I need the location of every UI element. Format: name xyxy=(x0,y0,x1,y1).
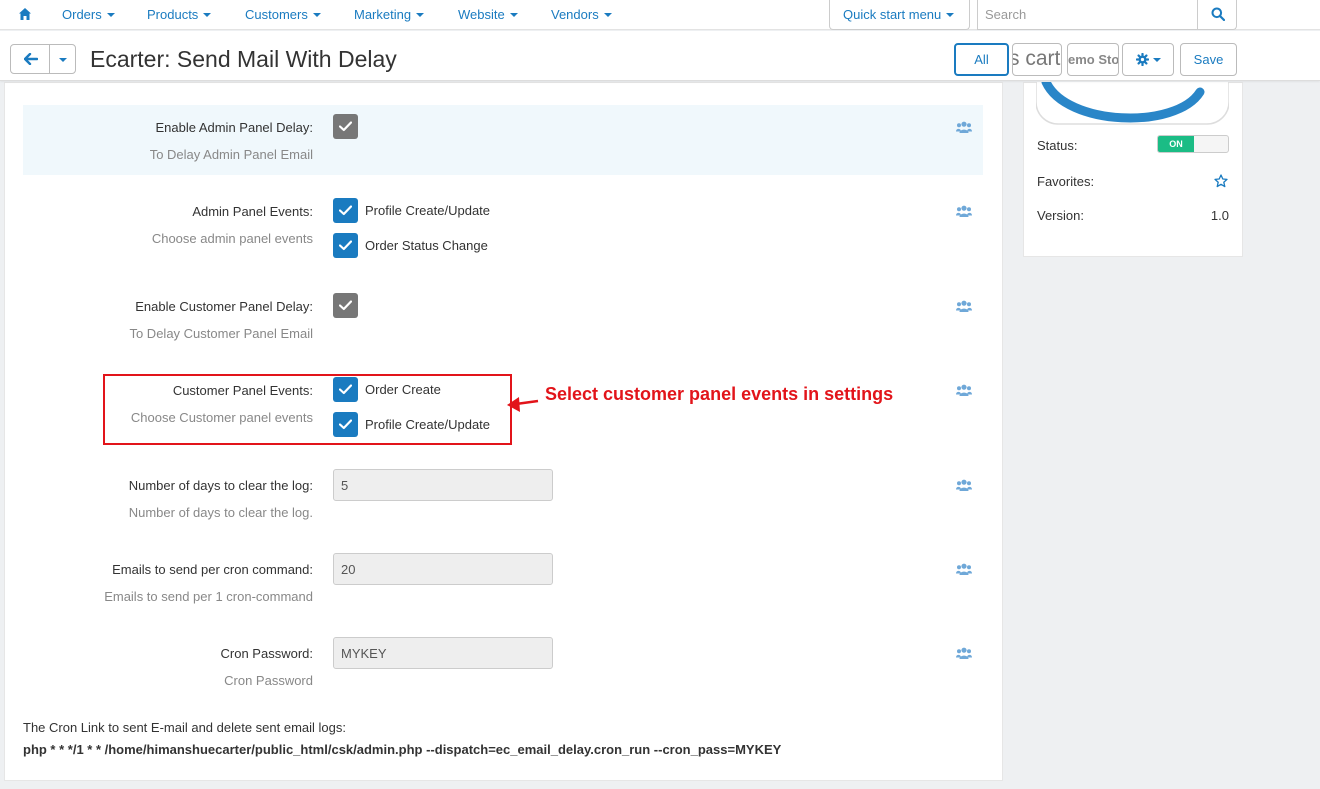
status-toggle[interactable]: ON xyxy=(1157,135,1229,153)
chevron-down-icon xyxy=(416,12,425,17)
search-placeholder: Search xyxy=(985,7,1027,22)
emails-per-cron-hint: Emails to send per 1 cron-command xyxy=(104,589,313,604)
clear-days-hint: Number of days to clear the log. xyxy=(128,505,313,520)
cron-password-hint: Cron Password xyxy=(224,673,313,688)
emails-per-cron-input[interactable]: 20 xyxy=(333,553,553,585)
users-icon[interactable] xyxy=(956,121,972,133)
version-label: Version: xyxy=(1037,208,1084,223)
admin-event-profile-label: Profile Create/Update xyxy=(365,203,491,218)
store-cart-button[interactable]: s cart xyxy=(1012,43,1062,76)
nav-marketing-label: Marketing xyxy=(354,7,412,22)
check-icon xyxy=(339,205,352,216)
status-label: Status: xyxy=(1037,138,1078,153)
store-cart-logo: s cart xyxy=(1012,47,1061,70)
chevron-down-icon xyxy=(1153,58,1161,62)
admin-delay-hint: To Delay Admin Panel Email xyxy=(149,147,313,162)
customer-delay-hint: To Delay Customer Panel Email xyxy=(129,326,313,341)
page-title: Ecarter: Send Mail With Delay xyxy=(90,46,397,72)
emails-per-cron-value: 20 xyxy=(341,562,356,577)
clear-days-value: 5 xyxy=(341,478,349,493)
page-header: Ecarter: Send Mail With Delay All s cart… xyxy=(0,31,1320,81)
customer-delay-checkbox[interactable] xyxy=(333,293,358,318)
version-value: 1.0 xyxy=(1210,208,1229,223)
users-icon[interactable] xyxy=(956,479,972,491)
top-navigation: Orders Products Customers Marketing Webs… xyxy=(0,0,1320,30)
nav-orders-label: Orders xyxy=(62,7,102,22)
cron-password-input[interactable]: MYKEY xyxy=(333,637,553,669)
gear-icon xyxy=(1136,53,1149,66)
favorites-label: Favorites: xyxy=(1037,174,1095,189)
chevron-down-icon xyxy=(59,58,67,62)
star-icon[interactable] xyxy=(1214,174,1228,188)
users-icon[interactable] xyxy=(956,205,972,217)
users-icon[interactable] xyxy=(956,647,972,659)
users-icon[interactable] xyxy=(956,384,972,396)
chevron-down-icon xyxy=(946,12,955,17)
annotation-text: Select customer panel events in settings xyxy=(545,384,894,404)
back-button[interactable] xyxy=(10,44,50,74)
home-icon[interactable] xyxy=(18,7,32,21)
nav-customers-label: Customers xyxy=(245,7,308,22)
status-toggle-on: ON xyxy=(1158,136,1194,152)
customer-delay-label: Enable Customer Panel Delay: xyxy=(135,299,313,314)
cron-link-note: The Cron Link to sent E-mail and delete … xyxy=(23,720,347,735)
search-icon xyxy=(1211,7,1225,21)
check-icon xyxy=(339,240,352,251)
admin-events-label: Admin Panel Events: xyxy=(192,204,313,219)
admin-delay-label: Enable Admin Panel Delay: xyxy=(155,120,313,135)
clear-days-input[interactable]: 5 xyxy=(333,469,553,501)
clear-days-label: Number of days to clear the log: xyxy=(128,478,313,493)
admin-events-hint: Choose admin panel events xyxy=(151,231,313,246)
admin-delay-checkbox[interactable] xyxy=(333,114,358,139)
settings-dropdown-button[interactable] xyxy=(1122,43,1174,76)
check-icon xyxy=(339,300,352,311)
nav-vendors[interactable]: Vendors xyxy=(551,7,612,22)
admin-event-profile-checkbox[interactable] xyxy=(333,198,358,223)
highlighted-row xyxy=(23,105,983,175)
store-demo-button[interactable]: emo Sto xyxy=(1067,43,1119,76)
admin-event-order-status-label: Order Status Change xyxy=(365,238,488,253)
admin-event-order-status-checkbox[interactable] xyxy=(333,233,358,258)
back-history-dropdown[interactable] xyxy=(49,44,76,74)
addon-logo xyxy=(1036,82,1229,125)
users-icon[interactable] xyxy=(956,563,972,575)
save-button[interactable]: Save xyxy=(1180,43,1237,76)
arrow-left-icon xyxy=(24,53,38,65)
quick-start-label: Quick start menu xyxy=(843,7,942,22)
search-button[interactable] xyxy=(1197,0,1237,30)
emails-per-cron-label: Emails to send per cron command: xyxy=(112,562,313,577)
nav-marketing[interactable]: Marketing xyxy=(354,7,425,22)
chevron-down-icon xyxy=(312,12,321,17)
cron-command: php * * */1 * * /home/himanshuecarter/pu… xyxy=(23,742,782,757)
cron-password-label: Cron Password: xyxy=(220,646,313,661)
nav-products[interactable]: Products xyxy=(147,7,212,22)
nav-orders[interactable]: Orders xyxy=(62,7,115,22)
check-icon xyxy=(339,121,352,132)
store-demo-logo: emo Sto xyxy=(1068,52,1119,67)
cron-password-value: MYKEY xyxy=(341,646,387,661)
nav-website-label: Website xyxy=(458,7,505,22)
nav-customers[interactable]: Customers xyxy=(245,7,321,22)
annotation-arrow-icon xyxy=(507,397,539,412)
nav-website[interactable]: Website xyxy=(458,7,518,22)
quick-start-menu-button[interactable]: Quick start menu xyxy=(829,0,970,30)
users-icon[interactable] xyxy=(956,300,972,312)
chevron-down-icon xyxy=(603,12,612,17)
annotation-highlight-box xyxy=(103,374,512,445)
nav-vendors-label: Vendors xyxy=(551,7,599,22)
chevron-down-icon xyxy=(509,12,518,17)
nav-products-label: Products xyxy=(147,7,199,22)
chevron-down-icon xyxy=(203,12,212,17)
search-input[interactable]: Search xyxy=(977,0,1198,30)
all-stores-button[interactable]: All xyxy=(954,43,1009,76)
chevron-down-icon xyxy=(106,12,115,17)
